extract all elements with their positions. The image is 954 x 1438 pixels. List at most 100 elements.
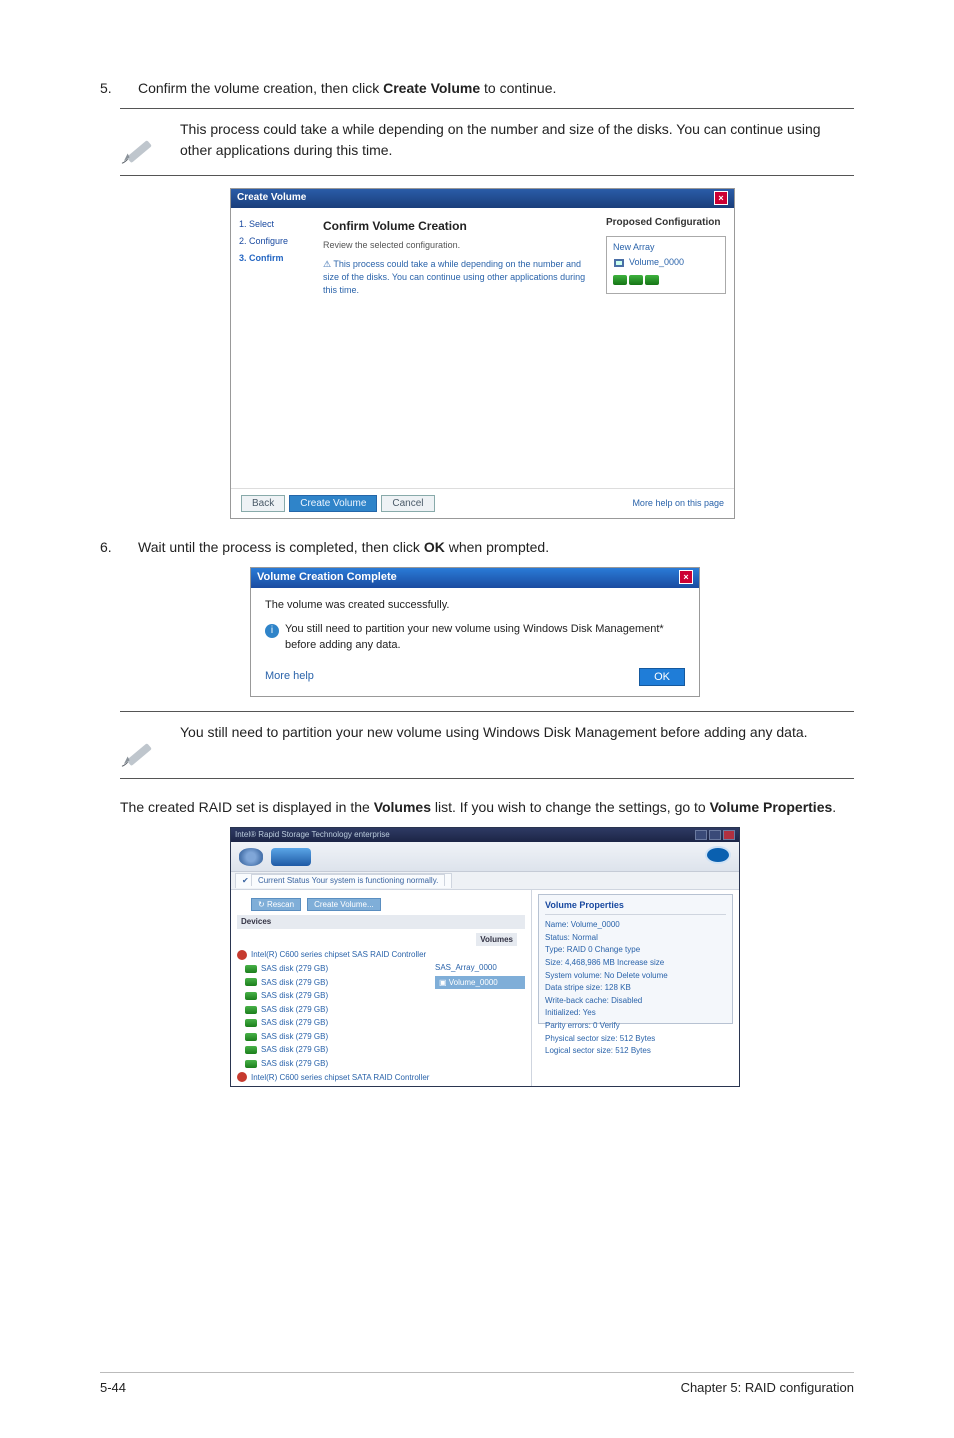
sas-controller-row[interactable]: Intel(R) C600 series chipset SAS RAID Co… [237, 948, 525, 962]
disk-icon [245, 1019, 257, 1027]
volume-row: Volume_0000 [613, 256, 719, 269]
disk-row[interactable]: SAS disk (279 GB) [237, 1030, 435, 1044]
sata-controller-row[interactable]: Intel(R) C600 series chipset SATA RAID C… [237, 1071, 525, 1085]
sas-controller-label: Intel(R) C600 series chipset SAS RAID Co… [251, 949, 426, 961]
window-controls [695, 830, 735, 840]
disk-row[interactable]: SAS disk (279 GB) [237, 1057, 435, 1071]
disk-label: SAS disk (279 GB) [261, 1017, 328, 1029]
disk-row[interactable]: SAS disk (279 GB) [237, 976, 435, 990]
controller-icon [237, 950, 247, 960]
disk-label: SAS disk (279 GB) [261, 977, 328, 989]
disk-label: SAS disk (279 GB) [261, 963, 328, 975]
disk-icon [245, 1006, 257, 1014]
new-array-label: New Array [613, 241, 719, 254]
cancel-button[interactable]: Cancel [381, 495, 434, 512]
array-label[interactable]: SAS_Array_0000 [435, 962, 525, 974]
back-button[interactable]: Back [241, 495, 285, 512]
rescan-button[interactable]: ↻ Rescan [251, 898, 301, 911]
controller-icon [237, 1072, 247, 1082]
note-2-text: You still need to partition your new vol… [180, 722, 854, 768]
complete-info-row: i You still need to partition your new v… [265, 622, 685, 654]
disk-row[interactable]: SATA disk (279 GB) [237, 1084, 525, 1086]
disk-icon [245, 1033, 257, 1041]
more-help-link[interactable]: More help [265, 669, 314, 685]
minimize-icon[interactable] [695, 830, 707, 840]
disk-label: SAS disk (279 GB) [261, 990, 328, 1002]
prop-name: Name: Volume_0000 [545, 919, 726, 931]
para-a: The created RAID set is displayed in the [120, 799, 374, 815]
prop-lsector: Logical sector size: 512 Bytes [545, 1045, 726, 1057]
complete-line1: The volume was created successfully. [265, 598, 685, 614]
wizard-content: Confirm Volume Creation Review the selec… [317, 216, 600, 480]
disk-row[interactable]: SAS disk (279 GB) [237, 989, 435, 1003]
rst-window-title: Intel® Rapid Storage Technology enterpri… [235, 829, 390, 841]
disk-row[interactable]: SAS disk (279 GB) [237, 1016, 435, 1030]
close-icon[interactable]: × [714, 191, 728, 205]
step6-a: Wait until the process is completed, the… [138, 539, 424, 555]
page-footer: 5-44 Chapter 5: RAID configuration [100, 1372, 854, 1398]
disks-icon [613, 275, 719, 285]
disk-icon [245, 978, 257, 986]
rst-tabs: ✔ Current Status Your system is function… [231, 872, 739, 890]
prop-sysvol[interactable]: System volume: No Delete volume [545, 970, 726, 982]
rst-right-panel: Volume Properties Name: Volume_0000 Stat… [531, 890, 739, 1086]
volumes-header-row: Volumes [237, 931, 525, 949]
complete-body: The volume was created successfully. i Y… [251, 588, 699, 662]
volume-name: Volume_0000 [629, 256, 684, 269]
para-e: . [832, 799, 836, 815]
disk-row[interactable]: SAS disk (279 GB) [237, 1043, 435, 1057]
step-6: 6. Wait until the process is completed, … [100, 537, 854, 557]
maximize-icon[interactable] [709, 830, 721, 840]
disk-icon [245, 965, 257, 973]
swoosh-icon [271, 848, 311, 866]
volume-properties-panel: Volume Properties Name: Volume_0000 Stat… [538, 894, 733, 1024]
prop-parity[interactable]: Parity errors: 0 Verify [545, 1020, 726, 1032]
para-b: Volumes [374, 799, 431, 815]
step-5-text: Confirm the volume creation, then click … [138, 78, 854, 98]
step5-a: Confirm the volume creation, then click [138, 80, 383, 96]
prop-type[interactable]: Type: RAID 0 Change type [545, 944, 726, 956]
dialog-title-bar: Create Volume × [231, 189, 734, 208]
step6-c: when prompted. [445, 539, 549, 555]
disk-label: SAS disk (279 GB) [261, 1058, 328, 1070]
close-icon[interactable] [723, 830, 735, 840]
rst-window: Intel® Rapid Storage Technology enterpri… [230, 827, 740, 1087]
volume-creation-complete-dialog: Volume Creation Complete × The volume wa… [250, 567, 700, 697]
close-icon[interactable]: × [679, 570, 693, 584]
disk-row[interactable]: SAS disk (279 GB) [237, 1003, 435, 1017]
prop-stripe: Data stripe size: 128 KB [545, 982, 726, 994]
step6-b: OK [424, 539, 445, 555]
disk-icon [239, 848, 263, 866]
ok-button[interactable]: OK [639, 668, 685, 686]
wizard-warning: ⚠ This process could take a while depend… [323, 258, 594, 297]
volume-0000-label: Volume_0000 [449, 978, 498, 987]
create-volume-dialog-holder: Create Volume × 1. Select 2. Configure 3… [230, 188, 854, 519]
volumes-header: Volumes [476, 933, 517, 947]
para-c: list. If you wish to change the settings… [431, 799, 710, 815]
rst-title-bar: Intel® Rapid Storage Technology enterpri… [231, 828, 739, 842]
disk-label: SAS disk (279 GB) [261, 1044, 328, 1056]
disk-row[interactable]: SAS disk (279 GB) [237, 962, 435, 976]
volume-icon [613, 257, 625, 269]
wizard-subtext: Review the selected configuration. [323, 239, 594, 252]
create-volume-button[interactable]: Create Volume... [307, 898, 381, 911]
prop-size[interactable]: Size: 4,468,986 MB Increase size [545, 957, 726, 969]
disk-label: SATA disk (279 GB) [261, 1085, 331, 1086]
wizard-step-2[interactable]: 2. Configure [239, 233, 311, 250]
dialog-title: Create Volume [237, 191, 306, 206]
rst-window-holder: Intel® Rapid Storage Technology enterpri… [230, 827, 854, 1087]
rst-logo-bar [231, 842, 739, 872]
note-block-2: You still need to partition your new vol… [120, 711, 854, 779]
prop-status: Status: Normal [545, 932, 726, 944]
wizard-step-1[interactable]: 1. Select [239, 216, 311, 233]
note-1-text: This process could take a while dependin… [180, 119, 854, 165]
step-5: 5. Confirm the volume creation, then cli… [100, 78, 854, 98]
note-block-1: This process could take a while dependin… [120, 108, 854, 176]
volume-0000-button[interactable]: ▣ Volume_0000 [435, 976, 525, 990]
more-help-link[interactable]: More help on this page [632, 497, 724, 510]
proposed-config-panel: Proposed Configuration New Array Volume_… [606, 216, 726, 480]
intel-badge-icon [705, 846, 731, 864]
create-volume-button[interactable]: Create Volume [289, 495, 377, 512]
disk-icon [245, 992, 257, 1000]
wizard-footer: Back Create Volume Cancel More help on t… [231, 488, 734, 518]
